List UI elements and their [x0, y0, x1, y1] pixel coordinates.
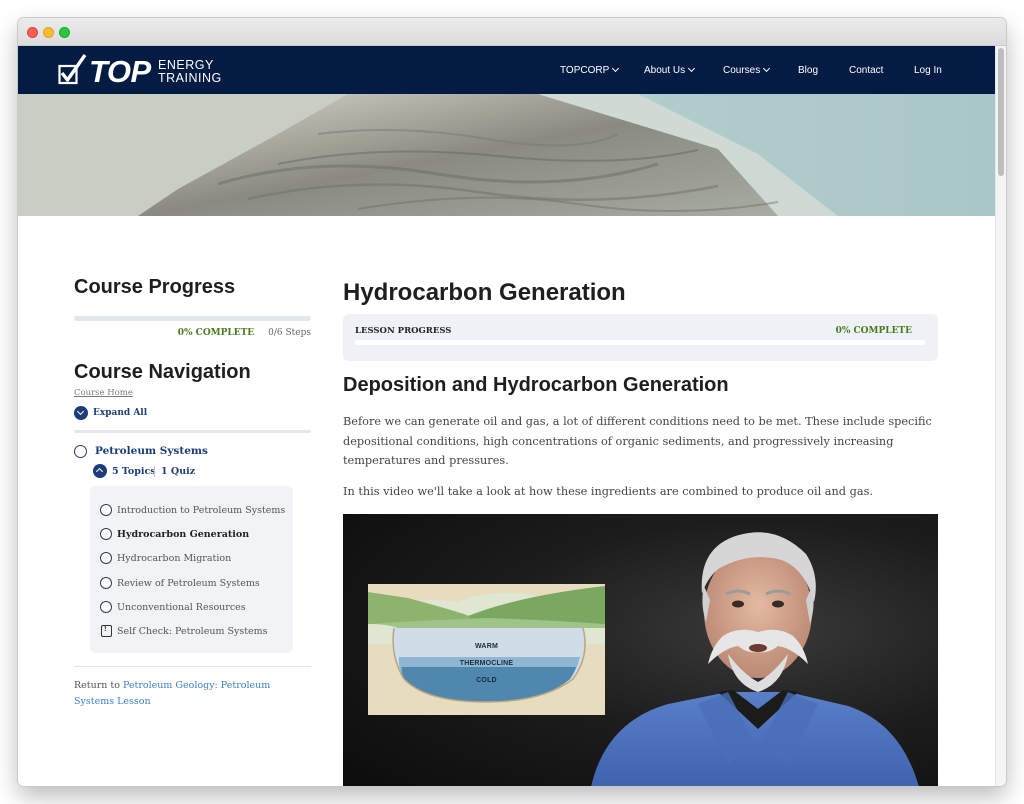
- quiz-count: 1 Quiz: [161, 466, 196, 477]
- topics-count: 5 Topics: [112, 466, 156, 477]
- checkbox-logo-icon: [58, 54, 87, 85]
- topic-item-hydrocarbon-migration[interactable]: Hydrocarbon Migration: [100, 550, 231, 566]
- topic-label: Unconventional Resources: [117, 601, 246, 613]
- expand-all-button[interactable]: Expand All: [74, 406, 194, 422]
- expand-all-label: Expand All: [93, 408, 148, 418]
- warm-label: WARM: [475, 643, 498, 650]
- chevron-down-icon: [612, 64, 620, 73]
- nav-item-label: TOPCORP: [560, 64, 610, 76]
- minimize-window-button[interactable]: [43, 27, 54, 38]
- lesson-progress-box: LESSON PROGRESS 0% COMPLETE: [343, 314, 938, 361]
- lesson-progress-label: LESSON PROGRESS: [355, 326, 452, 336]
- lesson-item-petroleum-systems[interactable]: Petroleum Systems: [74, 444, 304, 460]
- topic-label: Hydrocarbon Generation: [117, 528, 250, 540]
- topic-item-review[interactable]: Review of Petroleum Systems: [100, 575, 260, 591]
- nav-item-about-us[interactable]: About Us: [644, 46, 696, 94]
- logo-energy-text: ENERGY: [158, 58, 214, 72]
- nav-item-label: About Us: [644, 64, 686, 76]
- circle-icon: [100, 577, 112, 589]
- chevron-down-icon: [763, 64, 771, 73]
- lesson-topics-toggle[interactable]: 5 Topics 1 Quiz: [93, 464, 243, 480]
- nav-item-contact[interactable]: Contact: [849, 46, 883, 94]
- topic-item-self-check[interactable]: Self Check: Petroleum Systems: [100, 623, 268, 639]
- circle-icon: [100, 528, 112, 540]
- topic-list: Introduction to Petroleum Systems Hydroc…: [90, 486, 293, 653]
- nav-item-label: Courses: [723, 64, 761, 76]
- lesson-progress-percent: 0% COMPLETE: [835, 326, 912, 336]
- course-home-link[interactable]: Course Home: [74, 388, 133, 398]
- course-progress-percent: 0% COMPLETE: [177, 328, 255, 338]
- nav-item-blog[interactable]: Blog: [798, 46, 818, 94]
- presenter-figure: [591, 532, 919, 786]
- quiz-icon: [101, 624, 112, 637]
- circle-icon: [100, 552, 112, 564]
- scrollbar-thumb[interactable]: [998, 48, 1004, 176]
- site-logo[interactable]: TOP ENERGY TRAINING: [58, 53, 221, 89]
- topic-item-introduction[interactable]: Introduction to Petroleum Systems: [100, 502, 285, 518]
- topic-label: Introduction to Petroleum Systems: [117, 504, 286, 516]
- nav-item-courses[interactable]: Courses: [723, 46, 771, 94]
- nav-item-label: Blog: [798, 64, 819, 76]
- course-progress-bar: [74, 316, 311, 321]
- thermocline-diagram: WARM THERMOCLINE COLD: [368, 584, 605, 715]
- topic-item-unconventional[interactable]: Unconventional Resources: [100, 599, 246, 615]
- circle-icon: [100, 504, 112, 516]
- topic-label: Self Check: Petroleum Systems: [117, 625, 268, 637]
- course-progress-heading: Course Progress: [74, 276, 236, 298]
- nav-item-login[interactable]: Log In: [914, 46, 942, 94]
- lesson-title: Petroleum Systems: [95, 445, 208, 457]
- page-viewport: TOP ENERGY TRAINING TOPCORP About Us Cou…: [18, 46, 1006, 786]
- thermocline-label: THERMOCLINE: [459, 660, 514, 667]
- video-intro-paragraph: In this video we'll take a look at how t…: [343, 485, 873, 498]
- course-navigation-heading: Course Navigation: [74, 361, 251, 383]
- chevron-up-circle-icon: [93, 464, 107, 478]
- lesson-status-circle-icon: [74, 445, 87, 458]
- lesson-video-player[interactable]: WARM THERMOCLINE COLD: [343, 514, 938, 786]
- close-window-button[interactable]: [27, 27, 38, 38]
- divider: [74, 430, 311, 433]
- logo-training-text: TRAINING: [158, 71, 222, 85]
- topic-item-hydrocarbon-generation[interactable]: Hydrocarbon Generation: [100, 526, 249, 542]
- chevron-down-circle-icon: [74, 406, 88, 420]
- nav-item-label: Log In: [914, 64, 942, 76]
- topic-label: Hydrocarbon Migration: [117, 552, 232, 564]
- nav-item-label: Contact: [849, 64, 884, 76]
- site-header: TOP ENERGY TRAINING TOPCORP About Us Cou…: [18, 46, 995, 94]
- course-progress-steps: 0/6 Steps: [268, 328, 311, 338]
- hero-banner-image: [18, 94, 995, 216]
- return-prefix: Return to: [74, 680, 123, 691]
- browser-window: TOP ENERGY TRAINING TOPCORP About Us Cou…: [18, 18, 1006, 786]
- logo-top-text: TOP: [89, 54, 151, 89]
- chevron-down-icon: [688, 64, 696, 73]
- tidal-flat-illustration: [18, 94, 995, 216]
- nav-item-topcorp[interactable]: TOPCORP: [560, 46, 620, 94]
- cold-label: COLD: [476, 677, 497, 684]
- intro-paragraph: Before we can generate oil and gas, a lo…: [343, 415, 932, 467]
- course-progress-status: 0% COMPLETE 0/6 Steps: [74, 328, 311, 338]
- maximize-window-button[interactable]: [59, 27, 70, 38]
- section-heading: Deposition and Hydrocarbon Generation: [343, 374, 729, 396]
- page-title: Hydrocarbon Generation: [343, 279, 626, 306]
- separator: [154, 466, 155, 477]
- divider: [74, 666, 311, 667]
- lesson-progress-bar: [355, 340, 925, 345]
- return-to-lesson: Return to Petroleum Geology: Petroleum S…: [74, 678, 299, 710]
- circle-icon: [100, 601, 112, 613]
- page-scrollbar[interactable]: [995, 46, 1006, 786]
- browser-titlebar: [18, 18, 1006, 46]
- topic-label: Review of Petroleum Systems: [117, 577, 260, 589]
